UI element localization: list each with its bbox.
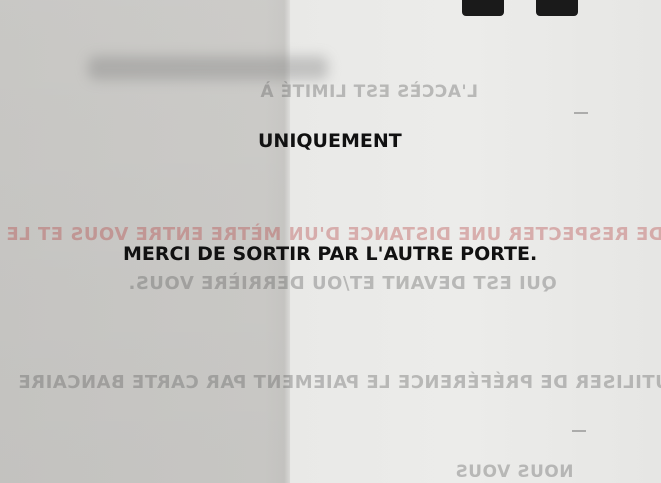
back-text-line-c: QUI EST DEVANT ET/OU DERRIÈRE VOUS. <box>128 273 557 294</box>
back-text-line-d: UTILISER DE PRÉFÉRENCE LE PAIEMENT PAR C… <box>18 372 661 393</box>
top-dark-block-right <box>536 0 578 16</box>
notice-line-uniquement: UNIQUEMENT <box>258 130 402 152</box>
back-text-line-a: L'ACCÈS EST LIMITÉ À <box>260 82 478 102</box>
margin-dash <box>574 112 588 114</box>
back-text-line-e: NOUS VOUS <box>455 462 574 482</box>
redacted-smudge <box>88 56 328 80</box>
margin-dash <box>572 430 586 432</box>
back-text-line-b: MERCI DE RESPECTER UNE DISTANCE D'UN MÈT… <box>6 224 661 245</box>
notice-line-exit: MERCI DE SORTIR PAR L'AUTRE PORTE. <box>123 243 538 265</box>
top-dark-block-left <box>462 0 504 16</box>
